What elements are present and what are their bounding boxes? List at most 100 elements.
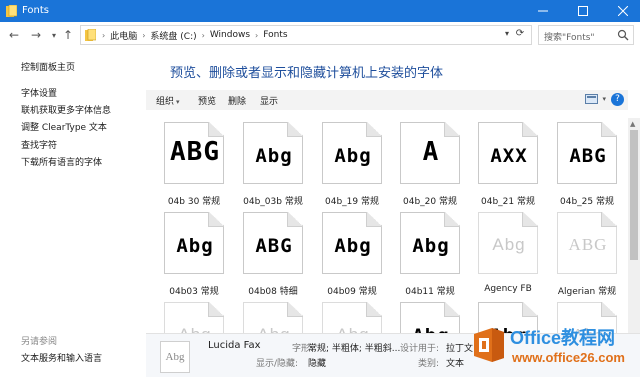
visibility-value: 隐藏 [308, 359, 327, 369]
font-file-icon: Abg [400, 212, 460, 274]
font-label: 04b_21 常规 [481, 197, 535, 207]
minimize-button[interactable] [526, 0, 560, 22]
window-title: Fonts [22, 5, 49, 16]
font-file-icon: AXX [478, 122, 538, 184]
font-file-icon: ABG [164, 122, 224, 184]
font-style-value: 常规; 半粗体; 半粗斜... [308, 344, 401, 354]
chevron-down-icon: ▾ [602, 95, 606, 103]
organize-label: 组织 [156, 97, 175, 107]
vertical-scrollbar[interactable]: ▲ [628, 118, 640, 348]
category-key: 类别: [418, 359, 440, 369]
sidebar-font-settings[interactable]: 字体设置 [21, 86, 57, 99]
font-tile[interactable]: ABG Algerian 常规 [551, 208, 623, 298]
font-label: Algerian 常规 [557, 287, 617, 297]
font-sample: ABG [568, 235, 608, 254]
up-button[interactable]: ↑ [60, 27, 76, 43]
search-input[interactable]: 搜索"Fonts" [538, 25, 634, 45]
font-file-icon: ABG [557, 212, 617, 274]
scrollbar-thumb[interactable] [630, 130, 638, 260]
fonts-folder-icon [6, 5, 17, 17]
breadcrumb-separator: › [142, 30, 146, 40]
address-box[interactable]: › 此电脑 › 系统盘 (C:) › Windows › Fonts ▾ ⟳ [80, 25, 532, 45]
font-sample: Abg [334, 235, 372, 257]
command-bar: 组织 ▾ 预览 删除 显示 ▾ ? [146, 90, 628, 110]
font-label: 04b_03b 常规 [243, 197, 303, 207]
font-label: 04b09 常规 [327, 287, 377, 297]
font-name: Lucida Fax [208, 340, 261, 351]
change-view-button[interactable]: ▾ [585, 94, 606, 104]
show-button[interactable]: 显示 [260, 94, 278, 107]
font-tile[interactable]: ABG 04b_25 常规 [551, 118, 623, 208]
breadcrumb-separator: › [255, 30, 259, 40]
forward-arrow-icon: → [30, 28, 42, 42]
font-file-icon: Abg [164, 212, 224, 274]
breadcrumb-this-pc[interactable]: 此电脑 [110, 29, 137, 42]
search-placeholder: 搜索"Fonts" [544, 33, 595, 43]
visibility-key: 显示/隐藏: [256, 359, 299, 369]
font-tile[interactable]: Abg 04b11 常规 [394, 208, 466, 298]
watermark-brand: Office教程网 [510, 328, 616, 348]
breadcrumb-windows[interactable]: Windows [210, 30, 250, 40]
sidebar-text-services[interactable]: 文本服务和输入语言 [21, 351, 102, 364]
help-button[interactable]: ? [611, 93, 624, 106]
font-tile[interactable]: Abg 04b09 常规 [316, 208, 388, 298]
font-file-icon: Abg [243, 122, 303, 184]
refresh-icon[interactable]: ⟳ [513, 28, 527, 42]
delete-button[interactable]: 删除 [228, 94, 246, 107]
font-tile[interactable]: Abg 04b03 常规 [158, 208, 230, 298]
back-arrow-icon: ← [8, 28, 20, 42]
font-file-icon: ABG [557, 122, 617, 184]
sidebar-adjust-cleartype[interactable]: 调整 ClearType 文本 [21, 120, 107, 133]
font-file-icon: Abg [322, 212, 382, 274]
designed-for-value: 拉丁文 [446, 344, 474, 354]
font-tile[interactable]: Abg 04b_19 常规 [316, 118, 388, 208]
font-label: 04b_19 常规 [325, 197, 379, 207]
font-tile[interactable]: Abg Agency FB [472, 208, 544, 298]
sidebar-download-all-fonts[interactable]: 下载所有语言的字体 [21, 155, 102, 168]
font-file-icon: Abg [322, 122, 382, 184]
sidebar-get-more-font-info[interactable]: 联机获取更多字体信息 [21, 103, 111, 116]
chevron-down-icon: ▾ [51, 30, 56, 40]
designed-for-key: 设计用于: [400, 344, 440, 354]
chevron-down-icon: ▾ [176, 98, 180, 106]
font-sample: A [422, 137, 440, 167]
font-sample: Abg [492, 235, 526, 254]
address-bar: ← → ▾ ↑ › 此电脑 › 系统盘 (C:) › Windows › Fon… [0, 22, 640, 48]
back-button[interactable]: ← [6, 27, 22, 43]
title-bar: Fonts [0, 0, 640, 22]
breadcrumb-system-drive[interactable]: 系统盘 (C:) [150, 29, 196, 42]
close-button[interactable] [606, 0, 640, 22]
font-label: Agency FB [484, 284, 532, 294]
font-file-icon: A [400, 122, 460, 184]
close-icon [618, 6, 628, 16]
category-value: 文本 [446, 359, 465, 369]
font-sample: Abg [176, 235, 214, 257]
view-icon [585, 94, 599, 104]
organize-button[interactable]: 组织 ▾ [156, 94, 180, 107]
sidebar-find-character[interactable]: 查找字符 [21, 138, 57, 151]
font-tile[interactable]: Abg 04b_03b 常规 [237, 118, 309, 208]
sidebar: 控制面板主页 字体设置 联机获取更多字体信息 调整 ClearType 文本 查… [0, 48, 146, 377]
watermark-url: www.office26.com [512, 350, 625, 365]
font-tile[interactable]: ABG 04b08 特细 [237, 208, 309, 298]
breadcrumb-fonts[interactable]: Fonts [263, 30, 287, 40]
maximize-button[interactable] [566, 0, 600, 22]
address-dropdown-icon[interactable]: ▾ [505, 29, 509, 38]
font-label: 04b_20 常规 [403, 197, 457, 207]
see-also-heading: 另请参阅 [21, 337, 58, 347]
font-tile[interactable]: AXX 04b_21 常规 [472, 118, 544, 208]
font-label: 04b_25 常规 [560, 197, 614, 207]
forward-button[interactable]: → [28, 27, 44, 43]
minimize-icon [538, 10, 548, 12]
font-tile[interactable]: ABG 04b 30 常规 [158, 118, 230, 208]
sidebar-control-panel-home[interactable]: 控制面板主页 [21, 60, 75, 73]
maximize-icon [578, 6, 588, 16]
font-tile[interactable]: A 04b_20 常规 [394, 118, 466, 208]
help-icon: ? [615, 94, 620, 104]
font-thumbnail: Abg [160, 341, 190, 373]
font-sample: Abg [412, 235, 450, 257]
preview-button[interactable]: 预览 [198, 94, 216, 107]
scroll-up-icon[interactable]: ▲ [630, 120, 635, 128]
font-label: 04b11 常规 [405, 287, 455, 297]
font-label: 04b03 常规 [169, 287, 219, 297]
